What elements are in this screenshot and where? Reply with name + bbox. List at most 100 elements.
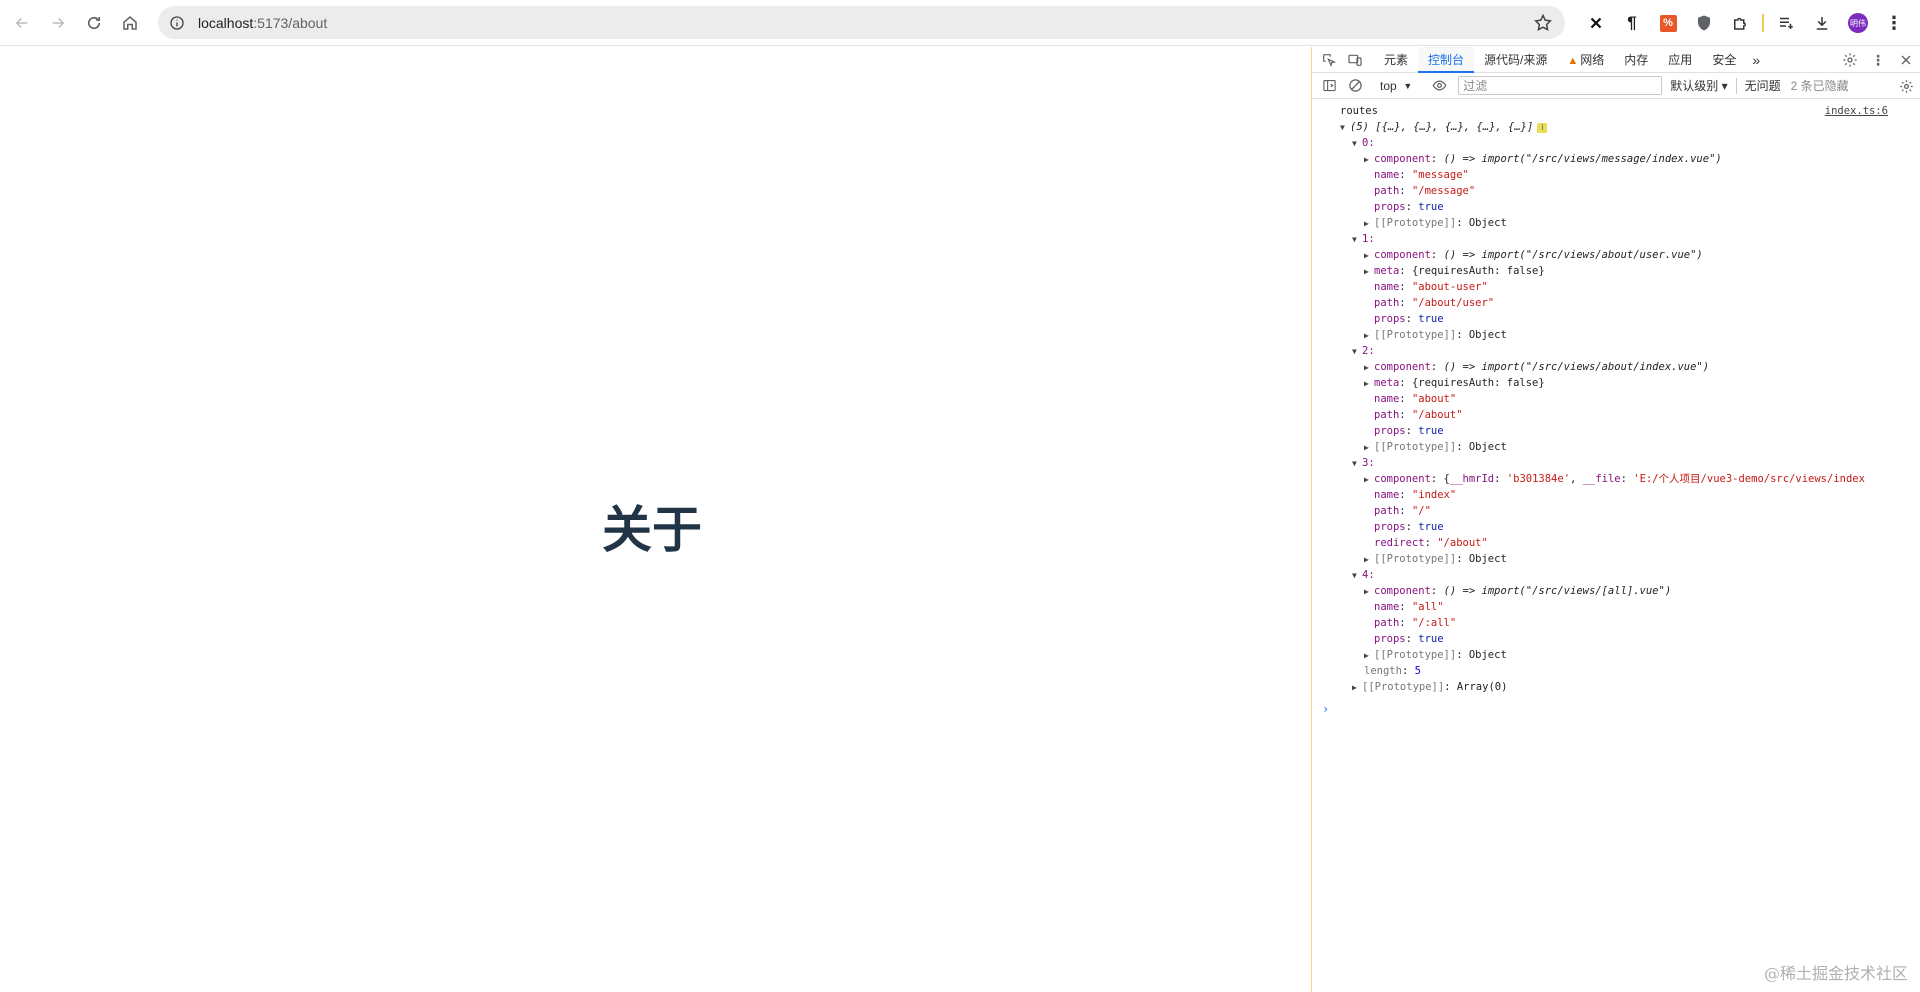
device-toolbar-icon[interactable] [1342,47,1368,73]
prop-row-meta[interactable]: ▶ meta: {requiresAuth: false} [1312,263,1920,279]
prop-row-props: props: true [1374,633,1444,645]
array-prototype-row[interactable]: ▶ [[Prototype]]: Array(0) [1312,679,1920,695]
page-viewport: 关于 [0,47,1311,992]
extension-shield-icon[interactable] [1686,6,1722,40]
collapsed-triangle-icon: ▶ [1352,683,1357,692]
close-devtools-icon[interactable] [1892,47,1920,73]
more-tabs-button[interactable]: » [1746,47,1766,73]
extensions-puzzle-icon[interactable] [1722,6,1758,40]
hidden-messages-count: 2 条已隐藏 [1790,79,1849,93]
prop-row-meta[interactable]: ▶ meta: {requiresAuth: false} [1312,375,1920,391]
prop-value: () => import("/src/views/[all].vue") [1443,585,1672,597]
prop-value: true [1418,633,1444,645]
settings-gear-icon[interactable] [1836,47,1864,73]
prototype-value: Object [1468,217,1507,229]
array-item-2-row[interactable]: ▼ 2: [1312,343,1920,359]
tab-network[interactable]: ▲ 网络 [1557,47,1614,73]
prop-value: true [1418,313,1444,325]
prototype-key: [[Prototype]] [1374,217,1457,229]
browser-menu-icon[interactable]: ⋮ [1876,6,1912,40]
log-label-text: routes [1340,105,1378,117]
collapsed-triangle-icon: ▶ [1364,363,1369,372]
array-summary-row[interactable]: ▼ (5) [{…}, {…}, {…}, {…}, {…}] i [1312,119,1920,135]
array-item-4-row[interactable]: ▼ 4: [1312,567,1920,583]
extension-pilcrow-icon[interactable]: ¶ [1614,6,1650,40]
expand-triangle-icon: ▼ [1352,347,1357,356]
site-info-icon[interactable] [168,14,186,32]
prototype-value: Object [1468,649,1507,661]
array-item-3-row[interactable]: ▼ 3: [1312,455,1920,471]
prop-row-props: props: true [1374,313,1444,325]
array-preview: (5) [{…}, {…}, {…}, {…}, {…}] [1350,121,1534,133]
array-item-0-row[interactable]: ▼ 0: [1312,135,1920,151]
array-prototype-key: [[Prototype]] [1362,681,1445,693]
prop-row-prototype[interactable]: ▶ [[Prototype]]: Object [1312,327,1920,343]
console-prompt[interactable]: › [1312,701,1920,717]
prop-row-prototype[interactable]: ▶ [[Prototype]]: Object [1312,551,1920,567]
live-expression-eye-icon[interactable] [1426,73,1452,99]
prop-value: {requiresAuth: false} [1411,377,1545,389]
prop-value: true [1418,201,1444,213]
extension-x-icon[interactable] [1578,6,1614,40]
prop-value: "index" [1411,489,1457,501]
prop-row-component[interactable]: ▶ component: {__hmrId: 'b301384e', __file… [1312,471,1920,487]
prop-row-component[interactable]: ▶ component: () => import("/src/views/abo… [1312,247,1920,263]
address-bar[interactable]: localhost:5173/about [158,6,1565,39]
prop-row-path: path: "/message" [1374,185,1476,197]
prototype-value: Object [1468,553,1507,565]
download-icon[interactable] [1804,6,1840,40]
extension-percent-icon[interactable]: % [1650,6,1686,40]
prop-value: {requiresAuth: false} [1411,265,1545,277]
tab-elements[interactable]: 元素 [1374,47,1418,73]
log-level-selector[interactable]: 默认级别 ▾ [1670,77,1727,94]
tab-application[interactable]: 应用 [1658,47,1702,73]
prototype-value: Object [1468,329,1507,341]
inspect-element-icon[interactable] [1316,47,1342,73]
prop-row-prototype[interactable]: ▶ [[Prototype]]: Object [1312,439,1920,455]
bookmark-star-icon[interactable] [1533,13,1553,33]
context-selector[interactable]: top ▼ [1374,76,1418,96]
prop-row-prototype[interactable]: ▶ [[Prototype]]: Object [1312,647,1920,663]
home-icon [123,15,137,30]
reload-button[interactable] [76,5,112,41]
info-icon: i [1537,123,1548,133]
prop-value: "/about/user" [1411,297,1495,309]
prop-row-component[interactable]: ▶ component: () => import("/src/views/[al… [1312,583,1920,599]
home-button[interactable] [112,5,148,41]
array-item-1-row[interactable]: ▼ 1: [1312,231,1920,247]
prop-row-name: name: "message" [1374,169,1469,181]
tab-console[interactable]: 控制台 [1418,46,1475,73]
hmr-id-key: __hmrId [1449,473,1495,485]
prop-row-component[interactable]: ▶ component: () => import("/src/views/mes… [1312,151,1920,167]
reading-list-icon[interactable] [1768,6,1804,40]
url-text[interactable]: localhost:5173/about [198,15,327,31]
tab-memory[interactable]: 内存 [1614,47,1658,73]
prop-row-prototype[interactable]: ▶ [[Prototype]]: Object [1312,215,1920,231]
prop-row-component[interactable]: ▶ component: () => import("/src/views/abo… [1312,359,1920,375]
source-link[interactable]: index.ts:6 [1825,103,1888,119]
prototype-value: Object [1468,441,1507,453]
prop-row-path: path: "/about/user" [1374,297,1495,309]
devtools-menu-icon[interactable]: ⋮ [1864,47,1892,73]
prototype-key: [[Prototype]] [1374,329,1457,341]
sidebar-toggle-icon[interactable] [1316,73,1342,99]
prop-value: "/" [1411,505,1431,517]
collapsed-triangle-icon: ▶ [1364,587,1369,596]
file-value: 'E:/个人项目/vue3-demo/src/views/index [1633,473,1865,485]
context-value: top [1380,78,1397,93]
forward-button[interactable] [40,5,76,41]
console-settings-gear-icon[interactable] [1896,76,1916,96]
profile-avatar[interactable]: 明伟 [1840,6,1876,40]
prop-value: "all" [1411,601,1444,613]
console-filter-input[interactable] [1458,76,1663,95]
issues-counter[interactable]: 无问题 [1745,77,1781,94]
tab-security[interactable]: 安全 [1702,47,1746,73]
prop-row-path: path: "/" [1374,505,1431,517]
console-toolbar: top ▼ 默认级别 ▾ 无问题 2 条已隐藏 [1312,73,1920,99]
prototype-key: [[Prototype]] [1374,441,1457,453]
tab-sources[interactable]: 源代码/来源 [1474,47,1557,73]
console-log-label: routes index.ts:6 [1312,103,1920,119]
tab-network-label: 网络 [1580,52,1605,67]
back-button[interactable] [4,5,40,41]
clear-console-icon[interactable] [1342,73,1368,99]
